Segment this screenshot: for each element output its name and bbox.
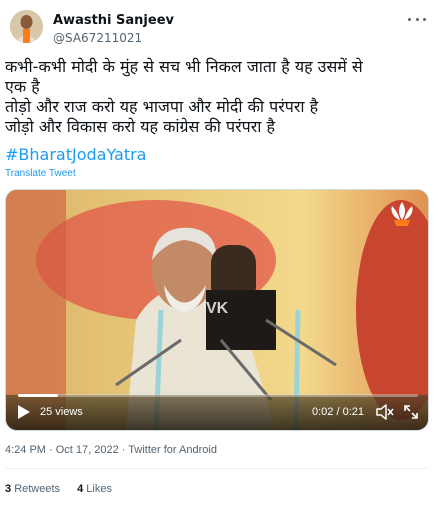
divider <box>5 468 429 469</box>
tweet-text: कभी-कभी मोदी के मुंह से सच भी निकल जाता … <box>5 57 425 137</box>
retweets-count: 3 <box>5 483 12 495</box>
tweet-timestamp[interactable]: 4:24 PM · Oct 17, 2022 · Twitter for And… <box>5 444 217 456</box>
fullscreen-icon[interactable] <box>403 404 419 420</box>
tweet-line: एक है <box>5 77 40 96</box>
hashtag-link[interactable]: #BharatJodaYatra <box>5 145 146 164</box>
video-progress-fill <box>18 394 58 397</box>
tweet-stats: 3 Retweets 4 Likes <box>5 483 126 495</box>
translate-tweet-link[interactable]: Translate Tweet <box>5 168 76 179</box>
likes-stat[interactable]: 4 Likes <box>77 483 112 495</box>
author-handle[interactable]: @SA67211021 <box>53 31 142 45</box>
video-time: 0:02 / 0:21 <box>312 406 364 418</box>
video-controls: 25 views 0:02 / 0:21 <box>6 392 428 430</box>
tweet-line: जोड़ो और विकास करो यह कांग्रेस की परंपरा… <box>5 117 275 136</box>
retweets-label: Retweets <box>14 483 61 495</box>
avatar[interactable] <box>10 10 43 43</box>
tweet-header: Awasthi Sanjeev @SA67211021 <box>10 10 428 50</box>
likes-count: 4 <box>77 483 84 495</box>
play-icon[interactable] <box>17 404 31 420</box>
more-options-icon[interactable] <box>408 14 426 24</box>
likes-label: Likes <box>86 483 112 495</box>
video-watermark: VK <box>206 300 229 317</box>
author-display-name[interactable]: Awasthi Sanjeev <box>53 13 174 28</box>
video-player[interactable]: VK 25 views 0:02 / 0:21 <box>5 189 429 431</box>
video-views: 25 views <box>40 406 83 418</box>
tweet-line: तोड़ो और राज करो यह भाजपा और मोदी की परं… <box>5 97 319 116</box>
tweet-line: कभी-कभी मोदी के मुंह से सच भी निकल जाता … <box>5 57 363 76</box>
retweets-stat[interactable]: 3 Retweets <box>5 483 60 495</box>
video-progress-bar[interactable] <box>18 394 418 397</box>
mute-icon[interactable] <box>376 404 394 420</box>
